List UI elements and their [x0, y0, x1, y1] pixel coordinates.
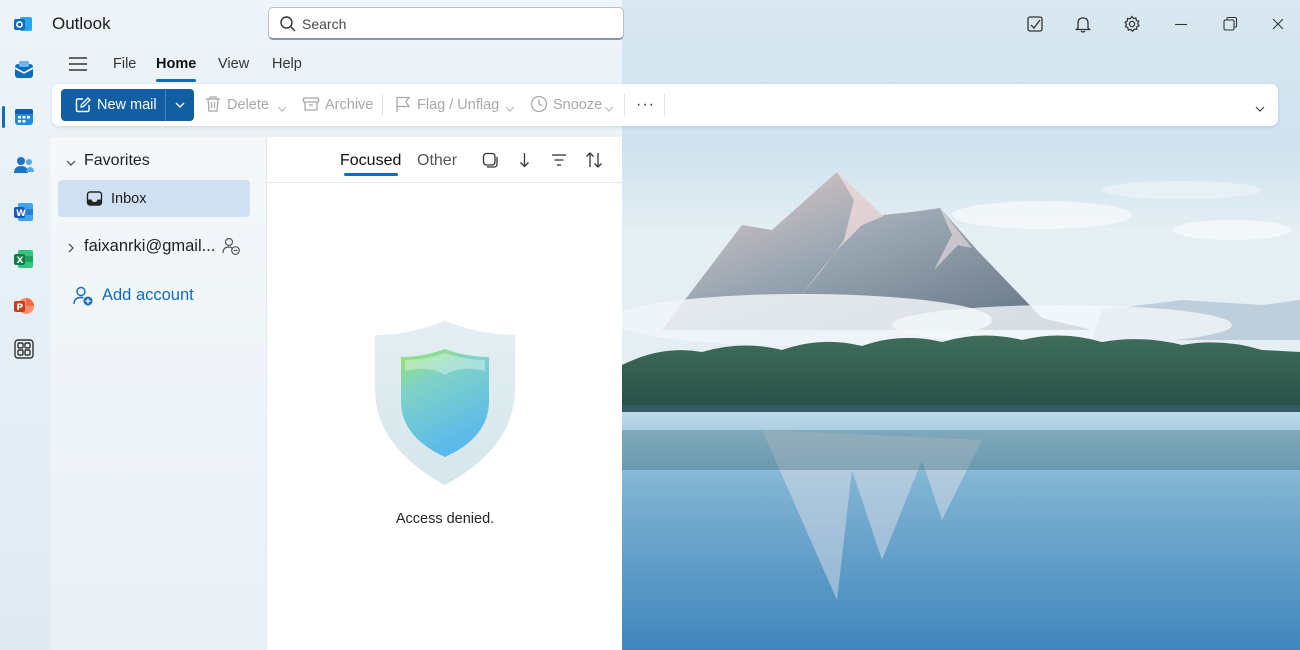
tab-home-indicator — [156, 79, 196, 82]
snooze-button[interactable]: Snooze — [530, 95, 602, 115]
tab-other[interactable]: Other — [417, 152, 457, 170]
chevron-down-icon[interactable] — [1254, 101, 1266, 112]
chevron-down-icon[interactable] — [277, 100, 287, 112]
jump-to-icon[interactable] — [515, 151, 533, 169]
archive-icon — [302, 95, 320, 113]
word-icon[interactable]: W — [12, 200, 36, 224]
sticky-note-icon[interactable] — [1025, 14, 1045, 34]
svg-text:W: W — [16, 209, 26, 219]
tab-focused-indicator — [344, 173, 398, 176]
app-rail: W X P — [0, 48, 48, 650]
toolbar-divider — [664, 94, 665, 116]
shared-account-icon[interactable] — [221, 236, 241, 256]
more-options-button[interactable]: ··· — [636, 96, 655, 114]
tab-file[interactable]: File — [113, 56, 136, 72]
tab-focused[interactable]: Focused — [340, 152, 401, 170]
compose-icon — [74, 96, 92, 114]
chevron-down-icon[interactable] — [65, 156, 77, 168]
inbox-label: Inbox — [111, 191, 147, 207]
ribbon-tabs: File Home View Help — [52, 48, 1282, 82]
trash-icon — [204, 95, 222, 113]
bell-icon[interactable] — [1073, 14, 1093, 34]
gear-icon[interactable] — [1122, 14, 1142, 34]
calendar-icon[interactable] — [12, 105, 36, 129]
folder-pane: Favorites Inbox faixanrki@gmail... Add a… — [50, 137, 266, 650]
flag-unflag-button[interactable]: Flag / Unflag — [394, 95, 500, 115]
search-icon — [279, 15, 297, 33]
chevron-down-icon[interactable] — [505, 100, 515, 112]
flag-icon — [394, 95, 412, 113]
sort-icon[interactable] — [585, 151, 603, 169]
new-mail-label: New mail — [97, 97, 157, 113]
new-mail-button[interactable]: New mail — [61, 89, 194, 121]
new-mail-divider — [165, 89, 166, 121]
archive-label: Archive — [325, 97, 374, 113]
apps-icon[interactable] — [12, 337, 36, 361]
select-mode-icon[interactable] — [481, 151, 499, 169]
svg-text:X: X — [17, 256, 24, 266]
ribbon-toolbar: New mail Delete Archive Flag / Unflag Sn… — [52, 84, 1278, 126]
message-list-header: Focused Other — [267, 137, 623, 183]
message-list-pane: Focused Other Access denied. — [266, 137, 623, 650]
favorites-header[interactable]: Favorites — [84, 152, 150, 170]
shield-icon — [371, 319, 519, 487]
filter-icon[interactable] — [550, 151, 568, 169]
tab-view[interactable]: View — [218, 56, 249, 72]
tab-home[interactable]: Home — [156, 56, 196, 72]
app-title: Outlook — [52, 14, 111, 33]
rail-active-indicator — [2, 106, 5, 128]
inbox-icon — [86, 190, 103, 207]
people-icon[interactable] — [12, 153, 36, 177]
close-icon[interactable] — [1268, 14, 1288, 34]
svg-text:P: P — [17, 303, 24, 313]
toolbar-divider — [382, 94, 383, 116]
tab-help[interactable]: Help — [272, 56, 302, 72]
add-person-icon — [72, 285, 94, 307]
clock-icon — [530, 95, 548, 113]
flag-unflag-label: Flag / Unflag — [417, 97, 500, 113]
chevron-right-icon[interactable] — [65, 241, 77, 253]
delete-button[interactable]: Delete — [204, 95, 274, 115]
toolbar-divider — [624, 94, 625, 116]
title-bar: Outlook Search — [0, 0, 1300, 48]
outlook-logo-icon — [13, 14, 33, 34]
search-input[interactable]: Search — [268, 7, 624, 40]
hamburger-menu-icon[interactable] — [68, 56, 88, 72]
folder-inbox[interactable]: Inbox — [58, 180, 250, 217]
chevron-down-icon[interactable] — [604, 100, 614, 112]
delete-label: Delete — [227, 97, 269, 113]
search-placeholder: Search — [302, 16, 347, 32]
chevron-down-icon[interactable] — [173, 98, 187, 112]
add-account-label: Add account — [102, 286, 194, 304]
archive-button[interactable]: Archive — [302, 95, 374, 115]
mail-icon[interactable] — [12, 58, 36, 82]
snooze-label: Snooze — [553, 97, 603, 113]
minimize-icon[interactable] — [1171, 14, 1191, 34]
excel-icon[interactable]: X — [12, 247, 36, 271]
restore-icon[interactable] — [1220, 14, 1240, 34]
access-denied-message: Access denied. — [395, 511, 495, 527]
account-name[interactable]: faixanrki@gmail... — [84, 237, 215, 256]
powerpoint-icon[interactable]: P — [12, 294, 36, 318]
